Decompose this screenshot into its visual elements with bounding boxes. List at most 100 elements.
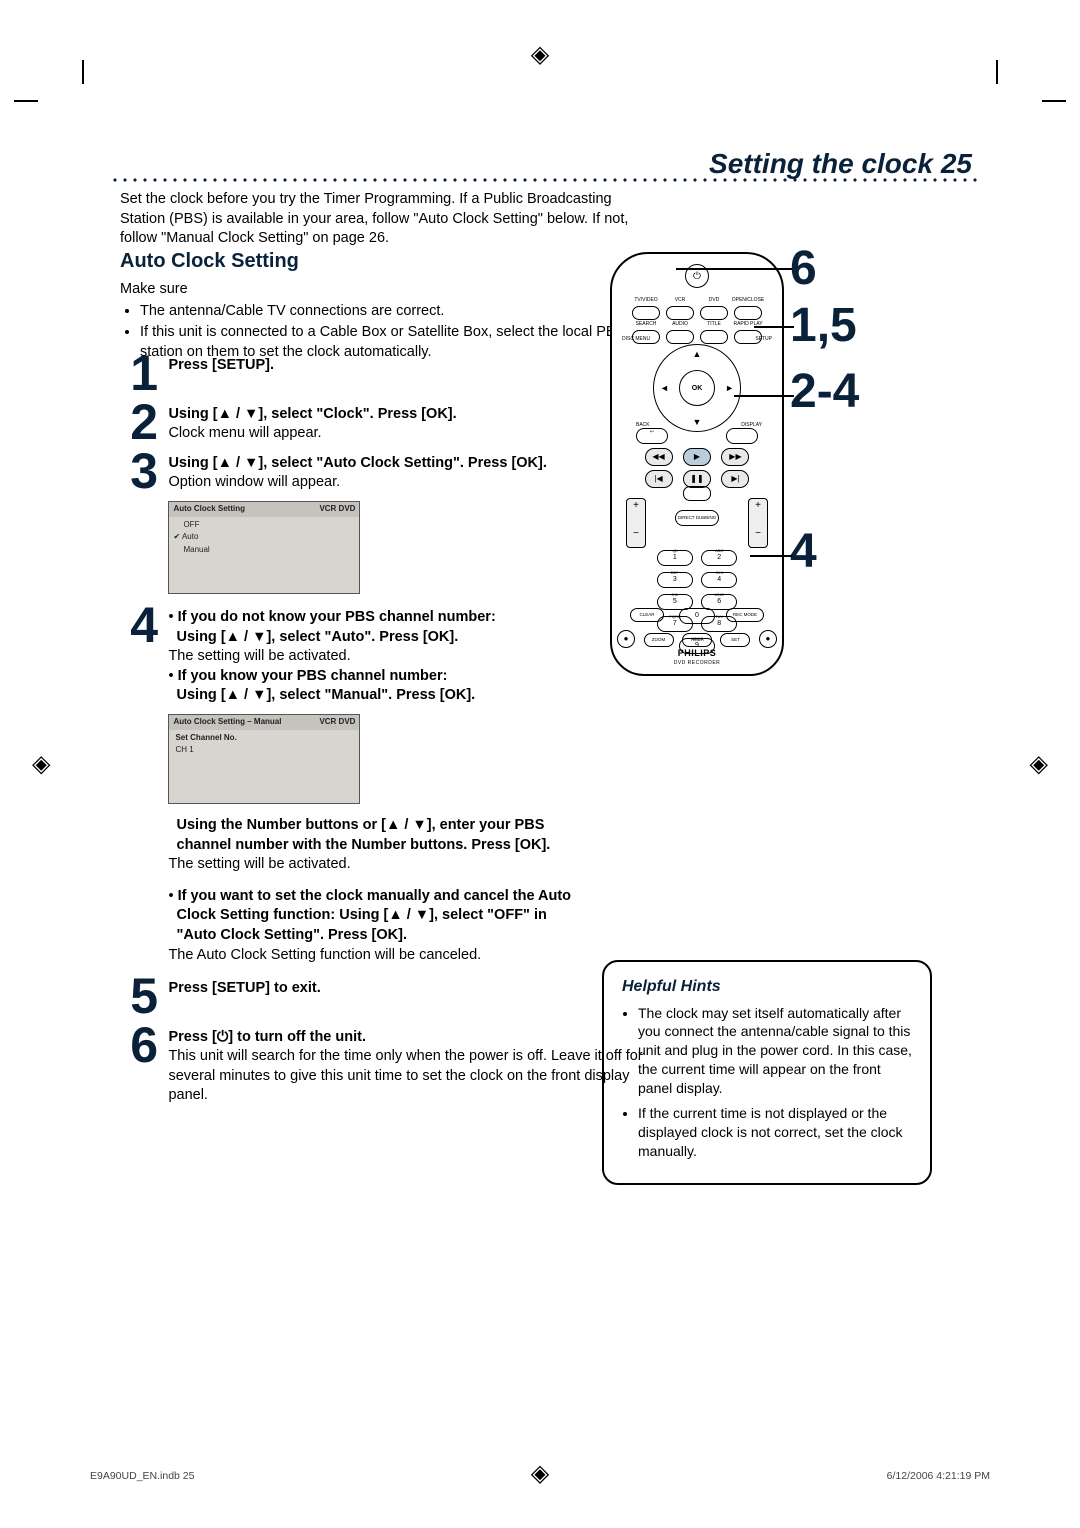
- timer-button: TIMER: [682, 633, 712, 647]
- menu-item: OFF: [173, 519, 355, 532]
- brand-sublabel: DVD RECORDER: [612, 660, 782, 666]
- step-instruction: Using the Number buttons or [▲ / ▼], ent…: [177, 817, 545, 833]
- step-number: 3: [110, 450, 158, 493]
- callout-line: [750, 555, 792, 557]
- hints-title: Helpful Hints: [622, 976, 914, 998]
- helpful-hints-box: Helpful Hints The clock may set itself a…: [602, 960, 932, 1185]
- clear-button: CLEAR: [630, 608, 664, 622]
- registration-mark-icon: ◈: [1030, 750, 1048, 779]
- remote-label: VCR: [663, 297, 697, 303]
- footer-timestamp: 6/12/2006 4:21:19 PM: [887, 1470, 990, 1482]
- remote-label: DVD: [697, 297, 731, 303]
- hint-item: The clock may set itself automatically a…: [638, 1004, 914, 1098]
- crop-mark: [996, 60, 998, 84]
- play-button: ▶: [683, 448, 711, 466]
- step-note: The setting will be activated.: [168, 856, 350, 872]
- step-instruction: If you know your PBS channel number:: [178, 668, 448, 684]
- page-number: 25: [941, 148, 972, 179]
- rec-button: ●: [759, 630, 777, 648]
- menu-value: CH 1: [173, 744, 355, 757]
- step-instruction: "Auto Clock Setting". Press [OK].: [177, 927, 407, 943]
- tv-vol-rocker: + −: [626, 498, 646, 548]
- set-button: SET: [720, 633, 750, 647]
- menu-item-selected: Auto: [173, 531, 355, 544]
- step-3: 3 Using [▲ / ▼], select "Auto Clock Sett…: [110, 450, 670, 594]
- registration-mark-icon: ◈: [32, 750, 50, 779]
- steps: 1 Press [SETUP]. 2 Using [▲ / ▼], select…: [110, 352, 670, 1112]
- step-number: 2: [110, 401, 158, 444]
- remote-label: AUDIO: [663, 321, 697, 327]
- step-instruction: If you want to set the clock manually an…: [178, 888, 571, 904]
- callout-line: [754, 326, 794, 328]
- remote-label: SEARCH: [629, 321, 663, 327]
- step-note: Clock menu will appear.: [168, 425, 321, 441]
- step-note: Option window will appear.: [168, 474, 340, 490]
- dubbing-button: DIRECT DUBBING: [675, 510, 719, 526]
- hint-item: If the current time is not displayed or …: [638, 1104, 914, 1161]
- rec-button: ●: [617, 630, 635, 648]
- num-button: ABC2: [701, 550, 737, 566]
- remote-label: DISC MENU: [622, 336, 650, 342]
- arrow-left-icon: ◄: [660, 383, 669, 393]
- ffw-button: ▶▶: [721, 448, 749, 466]
- next-button: ▶|: [721, 470, 749, 488]
- step-instruction: Press [SETUP] to exit.: [168, 980, 320, 996]
- page-title: Setting the clock: [709, 148, 933, 179]
- arrow-down-icon: ▼: [693, 417, 702, 427]
- ok-button: OK: [679, 370, 715, 406]
- makesure-item: The antenna/Cable TV connections are cor…: [140, 302, 660, 322]
- step-note: This unit will search for the time only …: [168, 1048, 642, 1103]
- num-button: DEF3: [657, 572, 693, 588]
- step-instruction: Using [▲ / ▼], select "Clock". Press [OK…: [168, 406, 456, 422]
- step-number: 4: [110, 604, 158, 647]
- step-4: 4 • If you do not know your PBS channel …: [110, 604, 670, 965]
- step-note: The setting will be activated.: [168, 648, 350, 664]
- callout-2-4: 2-4: [790, 368, 859, 416]
- step-note: The Auto Clock Setting function will be …: [168, 947, 481, 963]
- step-6: 6 Press [⏻] to turn off the unit. This u…: [110, 1024, 670, 1106]
- num-button: 0: [679, 608, 715, 624]
- step-number: 5: [110, 975, 158, 1018]
- step-number: 1: [110, 352, 158, 395]
- zoom-button: ZOOM: [644, 633, 674, 647]
- remote-button: [666, 330, 694, 344]
- callout-1-5: 1,5: [790, 302, 857, 350]
- step-instruction: channel number with the Number buttons. …: [177, 837, 551, 853]
- menu-mode: VCR DVD: [319, 504, 355, 515]
- display-button: [726, 428, 758, 444]
- callout-line: [676, 268, 792, 270]
- skip-button: [683, 486, 711, 501]
- remote-outline: ⏻ TV/VIDEOVCRDVDOPEN/CLOSE SEARCHAUDIOTI…: [610, 252, 784, 676]
- remote-label: SETUP: [755, 336, 772, 342]
- page-header: Setting the clock 25: [709, 148, 972, 180]
- remote-label: TITLE: [697, 321, 731, 327]
- remote-button: [700, 330, 728, 344]
- recmode-button: REC MODE: [726, 608, 764, 622]
- menu-item: Manual: [173, 544, 355, 557]
- onscreen-menu: Auto Clock Setting – Manual VCR DVD Set …: [168, 714, 360, 804]
- callout-4: 4: [790, 528, 817, 576]
- crop-mark: [14, 100, 38, 102]
- crop-mark: [82, 60, 84, 84]
- onscreen-menu: Auto Clock Setting VCR DVD OFF Auto Manu…: [168, 501, 360, 594]
- menu-title: Auto Clock Setting – Manual: [173, 717, 281, 728]
- num-button: .@/1: [657, 550, 693, 566]
- menu-mode: VCR DVD: [319, 717, 355, 728]
- makesure-lead: Make sure: [120, 281, 188, 297]
- step-instruction: Clock Setting function: Using [▲ / ▼], s…: [177, 907, 547, 923]
- brand-label: PHILIPS: [612, 648, 782, 658]
- step-instruction: Press [SETUP].: [168, 357, 274, 373]
- registration-mark-icon: ◈: [531, 40, 549, 69]
- step-5: 5 Press [SETUP] to exit.: [110, 975, 670, 1018]
- step-instruction: Using [▲ / ▼], select "Auto". Press [OK]…: [177, 629, 459, 645]
- step-instruction: Using [▲ / ▼], select "Manual". Press [O…: [177, 687, 476, 703]
- dotted-rule: [110, 177, 980, 183]
- remote-label: BACK: [636, 422, 650, 428]
- callout-line: [734, 395, 794, 397]
- menu-title: Auto Clock Setting: [173, 504, 245, 515]
- menu-label: Set Channel No.: [173, 732, 355, 745]
- arrow-right-icon: ►: [725, 383, 734, 393]
- rew-button: ◀◀: [645, 448, 673, 466]
- remote-label: DISPLAY: [741, 422, 762, 428]
- bottom-row: ● ZOOM TIMER SET ●: [612, 628, 782, 648]
